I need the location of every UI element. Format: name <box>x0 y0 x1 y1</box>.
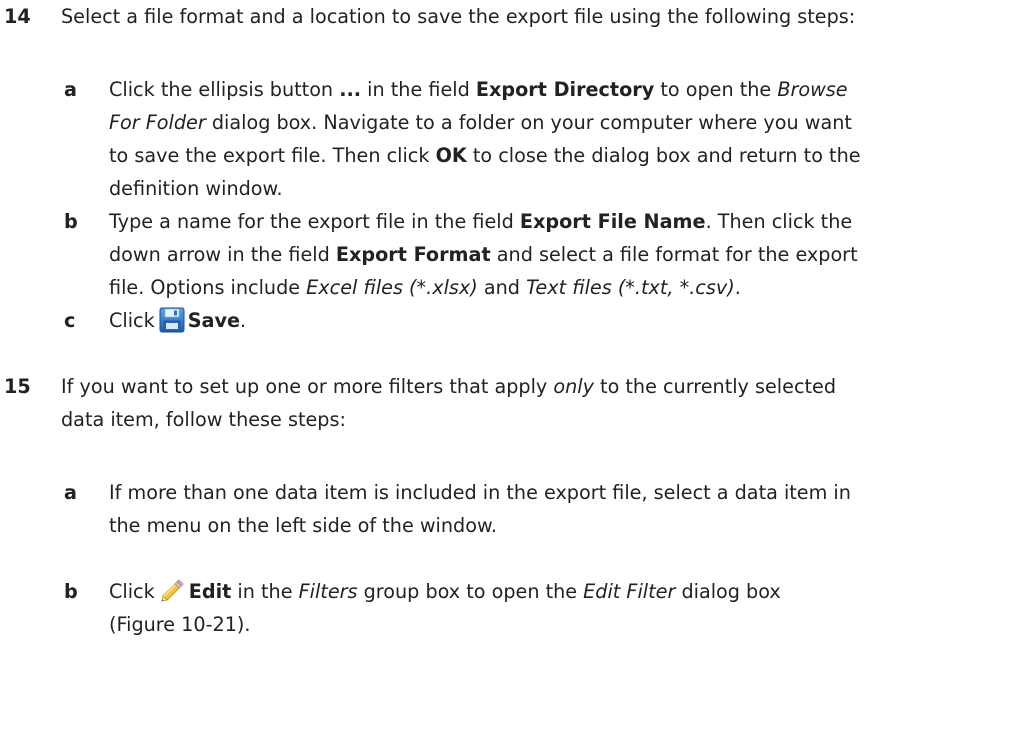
substep-text: If more than one data item is included i… <box>109 481 851 537</box>
dialog-name: Edit Filter <box>583 580 676 603</box>
option-name: Text files (*.txt, *.csv) <box>526 276 735 299</box>
group-box-name: Filters <box>298 580 358 603</box>
ellipsis-button-label: ... <box>339 78 362 101</box>
substep-letter: a <box>64 481 77 504</box>
field-name: Export Directory <box>475 78 655 101</box>
field-name: Export Format <box>335 243 491 266</box>
edit-icon <box>159 577 186 604</box>
emphasis: only <box>553 375 594 398</box>
option-name: Excel files (*.xlsx) <box>306 276 478 299</box>
substep-text: Click the ellipsis button ... in the fie… <box>109 78 861 200</box>
substep-letter: b <box>64 580 78 603</box>
field-name: Export File Name <box>519 210 706 233</box>
substep-text: Click Edit in the Filters group box to o… <box>109 575 1034 641</box>
substep-text: Click Save. <box>109 307 247 333</box>
step-text: Select a file format and a location to s… <box>61 5 856 28</box>
step-text: If you want to set up one or more filter… <box>61 375 836 431</box>
step-number: 14 <box>4 5 31 28</box>
dialog-name: For Folder <box>109 111 206 134</box>
button-name: Edit <box>188 580 232 603</box>
button-name: OK <box>435 144 467 167</box>
dialog-name: Browse <box>777 78 848 101</box>
substep-text: Type a name for the export file in the f… <box>109 210 858 299</box>
button-name: Save <box>187 309 241 332</box>
substep-letter: c <box>64 309 76 332</box>
substep-letter: a <box>64 78 77 101</box>
save-icon <box>159 307 185 333</box>
substep-letter: b <box>64 210 78 233</box>
step-number: 15 <box>4 375 31 398</box>
